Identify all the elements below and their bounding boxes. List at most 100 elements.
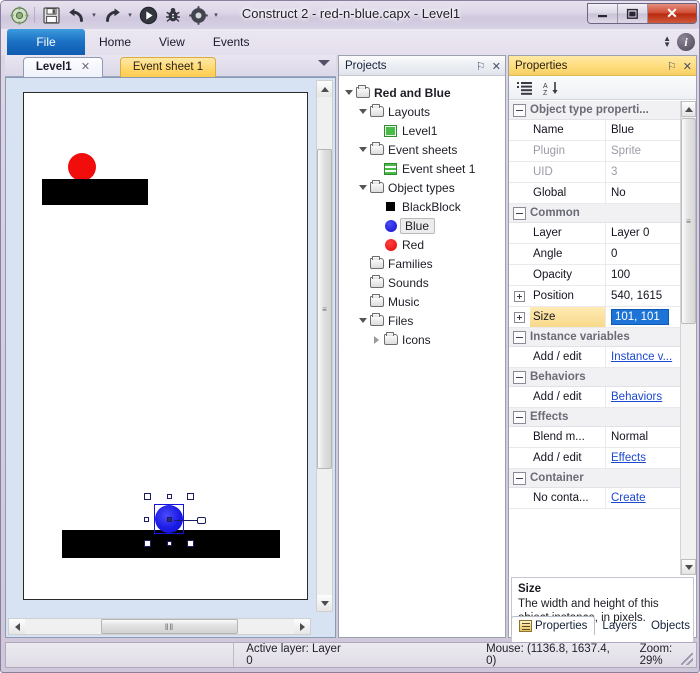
property-value-cell[interactable]: Create: [606, 488, 680, 508]
tab-layers[interactable]: Layers: [595, 616, 644, 635]
property-value[interactable]: Layer 0: [611, 227, 649, 239]
property-value-link[interactable]: Instance v...: [611, 351, 672, 363]
property-row-global[interactable]: GlobalNo: [509, 183, 680, 204]
property-value[interactable]: Sprite: [611, 145, 641, 157]
property-row-size[interactable]: Size101, 101: [509, 307, 680, 328]
resize-handle-se[interactable]: [187, 540, 194, 547]
tree-item-red-and-blue[interactable]: Red and Blue: [343, 83, 505, 102]
property-value[interactable]: 100: [611, 269, 630, 281]
resize-handle-sw[interactable]: [144, 540, 151, 547]
tree-item-families[interactable]: Families: [343, 254, 505, 273]
property-row-blend-m[interactable]: Blend m...Normal: [509, 427, 680, 448]
property-value-cell[interactable]: Instance v...: [606, 347, 680, 367]
maximize-button[interactable]: [618, 4, 648, 23]
save-icon[interactable]: [39, 3, 63, 27]
debug-icon[interactable]: [161, 3, 185, 27]
tree-item-layouts[interactable]: Layouts: [343, 102, 505, 121]
property-value-link[interactable]: Behaviors: [611, 391, 662, 403]
property-value[interactable]: Blue: [611, 124, 634, 136]
minimize-button[interactable]: [588, 4, 618, 23]
property-value[interactable]: Normal: [611, 431, 648, 443]
property-category-behaviors[interactable]: Behaviors: [509, 368, 680, 387]
property-row-layer[interactable]: LayerLayer 0: [509, 223, 680, 244]
property-value[interactable]: 540, 1615: [611, 290, 662, 302]
layout-vscroll-thumb[interactable]: ≡: [317, 149, 332, 469]
property-value-link[interactable]: Effects: [611, 452, 646, 464]
red-circle-sprite[interactable]: [68, 153, 96, 181]
layout-scroll-up-button[interactable]: [317, 81, 332, 97]
property-expand-icon[interactable]: [509, 307, 530, 327]
tree-item-sounds[interactable]: Sounds: [343, 273, 505, 292]
tree-expander-open-icon[interactable]: [357, 140, 368, 159]
property-row-angle[interactable]: Angle0: [509, 244, 680, 265]
origin-handle[interactable]: [167, 517, 172, 522]
property-value-cell[interactable]: Layer 0: [606, 223, 680, 243]
resize-handle-w[interactable]: [144, 517, 149, 522]
resize-handle-ne[interactable]: [187, 493, 194, 500]
category-collapse-icon[interactable]: [513, 472, 526, 485]
tree-item-files[interactable]: Files: [343, 311, 505, 330]
ribbon-tab-view[interactable]: View: [145, 29, 199, 55]
property-category-instance-variables[interactable]: Instance variables: [509, 328, 680, 347]
ribbon-tab-events[interactable]: Events: [199, 29, 264, 55]
layout-hscroll-thumb[interactable]: ‖‖: [101, 619, 238, 634]
property-value-cell[interactable]: Behaviors: [606, 387, 680, 407]
tab-properties[interactable]: Properties: [511, 616, 595, 635]
sort-alphabetical-icon[interactable]: A Z: [542, 79, 560, 97]
property-value-cell[interactable]: 100: [606, 265, 680, 285]
properties-grid[interactable]: Object type properti...NameBluePluginSpr…: [509, 101, 696, 575]
tree-item-blackblock[interactable]: BlackBlock: [343, 197, 505, 216]
properties-pin-icon[interactable]: ⚐: [667, 60, 677, 73]
property-value-edit-field[interactable]: 101, 101: [611, 309, 669, 325]
property-value-cell[interactable]: Sprite: [606, 141, 680, 161]
tab-level1[interactable]: Level1 ✕: [23, 57, 103, 77]
redo-dropdown-icon[interactable]: ▾: [125, 3, 135, 27]
tree-expander-open-icon[interactable]: [357, 178, 368, 197]
tab-level1-close-icon[interactable]: ✕: [81, 58, 90, 77]
layout-horizontal-scrollbar[interactable]: ‖‖: [8, 618, 311, 635]
property-category-effects[interactable]: Effects: [509, 408, 680, 427]
property-category-object-type-properti[interactable]: Object type properti...: [509, 101, 680, 120]
tab-event-sheet-1[interactable]: Event sheet 1: [120, 57, 216, 77]
tab-objects[interactable]: Objects: [644, 616, 697, 635]
property-row-add-edit[interactable]: Add / editBehaviors: [509, 387, 680, 408]
property-row-name[interactable]: NameBlue: [509, 120, 680, 141]
tree-item-red[interactable]: Red: [343, 235, 505, 254]
properties-close-icon[interactable]: ✕: [683, 60, 692, 73]
property-row-uid[interactable]: UID3: [509, 162, 680, 183]
properties-vscroll-thumb[interactable]: ≡: [681, 118, 696, 324]
tree-item-icons[interactable]: Icons: [343, 330, 505, 349]
property-category-common[interactable]: Common: [509, 204, 680, 223]
tab-overflow-chevron-down-icon[interactable]: [318, 60, 330, 66]
property-category-container[interactable]: Container: [509, 469, 680, 488]
ribbon-tab-file[interactable]: File: [7, 29, 85, 55]
property-value[interactable]: 3: [611, 166, 617, 178]
run-icon[interactable]: [136, 3, 160, 27]
projects-pin-icon[interactable]: ⚐: [476, 60, 486, 73]
category-collapse-icon[interactable]: [513, 371, 526, 384]
construct-logo-icon[interactable]: [7, 3, 31, 27]
help-icon[interactable]: i: [677, 33, 695, 51]
tree-item-event-sheets[interactable]: Event sheets: [343, 140, 505, 159]
layout-page[interactable]: [23, 92, 308, 600]
layout-scroll-right-button[interactable]: [294, 619, 310, 634]
preferences-icon[interactable]: [186, 3, 210, 27]
layout-vertical-scrollbar[interactable]: ≡: [316, 80, 333, 612]
property-value[interactable]: 0: [611, 248, 617, 260]
property-row-no-conta[interactable]: No conta...Create: [509, 488, 680, 509]
tree-item-blue[interactable]: Blue: [343, 216, 505, 235]
category-collapse-icon[interactable]: [513, 411, 526, 424]
tree-expander-closed-icon[interactable]: [371, 330, 382, 349]
category-collapse-icon[interactable]: [513, 331, 526, 344]
layout-scroll-down-button[interactable]: [317, 595, 332, 611]
projects-close-icon[interactable]: ✕: [492, 60, 501, 73]
close-button[interactable]: ✕: [648, 4, 696, 23]
undo-dropdown-icon[interactable]: ▾: [89, 3, 99, 27]
ribbon-tab-home[interactable]: Home: [85, 29, 145, 55]
tree-item-object-types[interactable]: Object types: [343, 178, 505, 197]
property-value-cell[interactable]: 3: [606, 162, 680, 182]
property-row-add-edit[interactable]: Add / editInstance v...: [509, 347, 680, 368]
property-value-cell[interactable]: 101, 101: [606, 307, 680, 327]
category-collapse-icon[interactable]: [513, 207, 526, 220]
angle-handle[interactable]: [197, 517, 206, 524]
